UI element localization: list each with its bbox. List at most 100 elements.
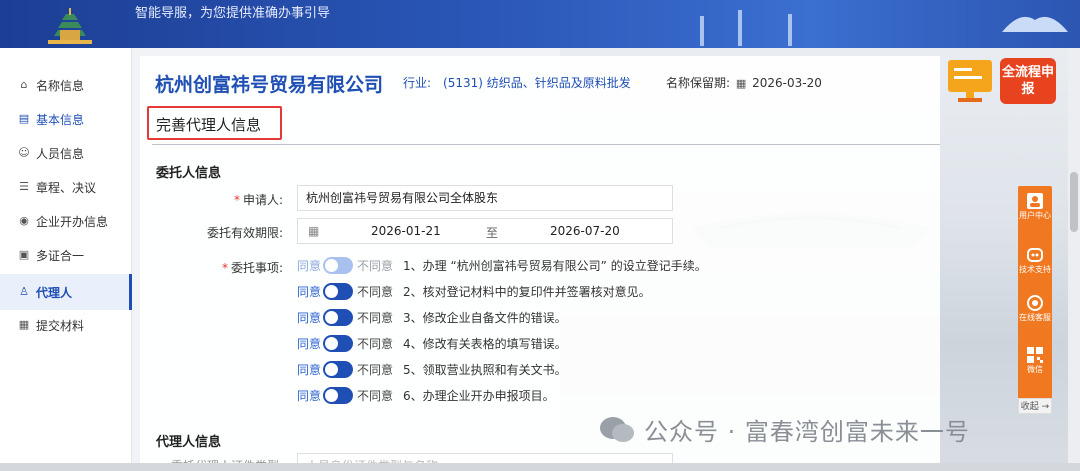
horizontal-scrollbar[interactable] [0,463,1080,471]
calendar-icon: ▦ [308,224,320,238]
doc-icon: ▤ [18,112,30,125]
agree-toggle[interactable] [323,256,353,274]
period-end[interactable]: 2026-07-20 [550,224,620,238]
reserve-period: 名称保留期: ▦ 2026-03-20 [666,74,822,91]
principal-group-title: 委托人信息 [156,166,222,181]
file-icon: ☰ [19,180,29,193]
float-label: 在线客服 [1019,313,1051,322]
sidebar-item-label: 提交材料 [36,318,85,333]
disagree-label: 不同意 [357,284,394,299]
float-label: 微信 [1027,365,1043,374]
matter-row-4: 同意 不同意 4、修改有关表格的填写错误。 [297,332,567,354]
user-icon [1027,193,1043,209]
applicant-field[interactable]: 杭州创富祎号贸易有限公司全体股东 [297,185,673,211]
upload-icon: ▦ [18,318,30,331]
online-service-button[interactable]: 在线客服 [1018,290,1052,336]
pagoda-logo-icon [48,8,92,44]
stadium-decoration-icon [1002,16,1068,32]
divider [152,144,940,145]
agree-label: 同意 [297,388,322,403]
disagree-label: 不同意 [357,258,394,273]
float-label: 技术支持 [1019,265,1051,274]
wechat-logo-icon [600,416,634,442]
required-mark: * [221,261,228,275]
applicant-label: * 申请人: [143,191,283,208]
wechat-button[interactable]: 微信 [1018,342,1052,388]
shield-icon: ◉ [19,214,29,227]
section-title: 完善代理人信息 [156,116,262,134]
people-icon: ☺ [18,146,30,159]
matter-row-3: 同意 不同意 3、修改企业自备文件的错误。 [297,306,567,328]
reserve-label: 名称保留期: [666,76,731,90]
watermark-text: 公众号 · 富春湾创富未来一号 [644,418,970,446]
matters-label-text: 委托事项: [230,261,283,275]
sidebar-item-enterprise-opening[interactable]: ◉ 企业开办信息 [0,204,132,238]
matter-text: 1、办理 “杭州创富祎号贸易有限公司” 的设立登记手续。 [403,258,707,273]
sidebar-item-people-info[interactable]: ☺ 人员信息 [0,136,132,170]
disagree-label: 不同意 [357,310,394,325]
reserve-date: 2026-03-20 [752,76,822,90]
industry-info: 行业: (5131) 纺织品、针织品及原料批发 [403,76,631,90]
agree-label: 同意 [297,284,322,299]
full-process-button[interactable]: 全流程申报 [1000,58,1056,104]
agree-toggle[interactable] [323,334,353,352]
agent-icon: ♙ [19,285,29,298]
monitor-icon[interactable] [946,58,994,104]
user-center-button[interactable]: 用户中心 [1018,188,1052,234]
matter-text: 6、办理企业开办申报项目。 [403,388,555,403]
matter-text: 4、修改有关表格的填写错误。 [403,336,567,351]
matter-row-6: 同意 不同意 6、办理企业开办申报项目。 [297,384,555,406]
tech-support-button[interactable]: 技术支持 [1018,242,1052,288]
sidebar-item-label: 名称信息 [36,78,85,93]
agree-label: 同意 [297,362,322,377]
agree-toggle[interactable] [323,360,353,378]
top-banner: 智能导服，为您提供准确办事引导 [0,0,1080,48]
required-mark: * [233,193,240,207]
matter-text: 3、修改企业自备文件的错误。 [403,310,567,325]
matter-row-1: 同意 不同意 1、办理 “杭州创富祎号贸易有限公司” 的设立登记手续。 [297,254,707,276]
agree-toggle[interactable] [323,308,353,326]
matter-text: 5、领取营业执照和有关文书。 [403,362,567,377]
floating-service-bar: 用户中心 技术支持 在线客服 微信 [1018,186,1052,414]
collapse-button[interactable]: 收起 → [1018,398,1052,414]
vertical-scrollbar[interactable] [1068,48,1080,463]
float-label: 用户中心 [1019,211,1051,220]
sidebar-item-label: 企业开办信息 [36,214,109,229]
copy-icon: ▣ [18,248,30,261]
agree-toggle[interactable] [323,386,353,404]
tower-decoration-icon [700,10,792,46]
robot-icon [1027,248,1043,262]
left-sidebar: ⌂ 名称信息 ▤ 基本信息 ☺ 人员信息 ☰ 章程、决议 ◉ 企业开办信息 ▣ … [0,48,132,471]
sidebar-item-submit-materials[interactable]: ▦ 提交材料 [0,308,132,342]
agree-toggle[interactable] [323,282,353,300]
agree-label: 同意 [297,310,322,325]
sidebar-item-basic-info[interactable]: ▤ 基本信息 [0,102,132,136]
house-icon: ⌂ [20,78,28,91]
watermark: 公众号 · 富春湾创富未来一号 [598,412,970,447]
sidebar-item-name-info[interactable]: ⌂ 名称信息 [0,68,132,102]
matter-row-5: 同意 不同意 5、领取营业执照和有关文书。 [297,358,567,380]
period-label: 委托有效期限: [206,226,283,240]
sidebar-item-charter[interactable]: ☰ 章程、决议 [0,170,132,204]
sidebar-item-agent[interactable]: ♙ 代理人 [0,274,132,310]
sidebar-item-label: 章程、决议 [36,180,97,195]
sidebar-item-label: 代理人 [36,285,73,300]
disagree-label: 不同意 [357,362,394,377]
applicant-label-text: 申请人: [242,193,283,207]
matters-label: * 委托事项: [143,259,283,276]
agent-group-title: 代理人信息 [156,435,222,450]
calendar-icon: ▦ [735,77,747,90]
matter-row-2: 同意 不同意 2、核对登记材料中的复印件并签署核对意见。 [297,280,651,302]
header-slogan: 智能导服，为您提供准确办事引导 [135,6,331,21]
disagree-label: 不同意 [357,388,394,403]
agree-label: 同意 [297,258,322,273]
disagree-label: 不同意 [357,336,394,351]
period-daterange[interactable]: ▦ 2026-01-21 至 2026-07-20 [297,218,673,244]
sidebar-item-label: 多证合一 [36,248,85,263]
sidebar-item-label: 人员信息 [36,146,85,161]
period-start[interactable]: 2026-01-21 [371,224,441,238]
sidebar-item-multi-cert[interactable]: ▣ 多证合一 [0,238,132,272]
headset-icon [1027,295,1043,311]
period-separator: 至 [486,226,499,240]
agree-label: 同意 [297,336,322,351]
